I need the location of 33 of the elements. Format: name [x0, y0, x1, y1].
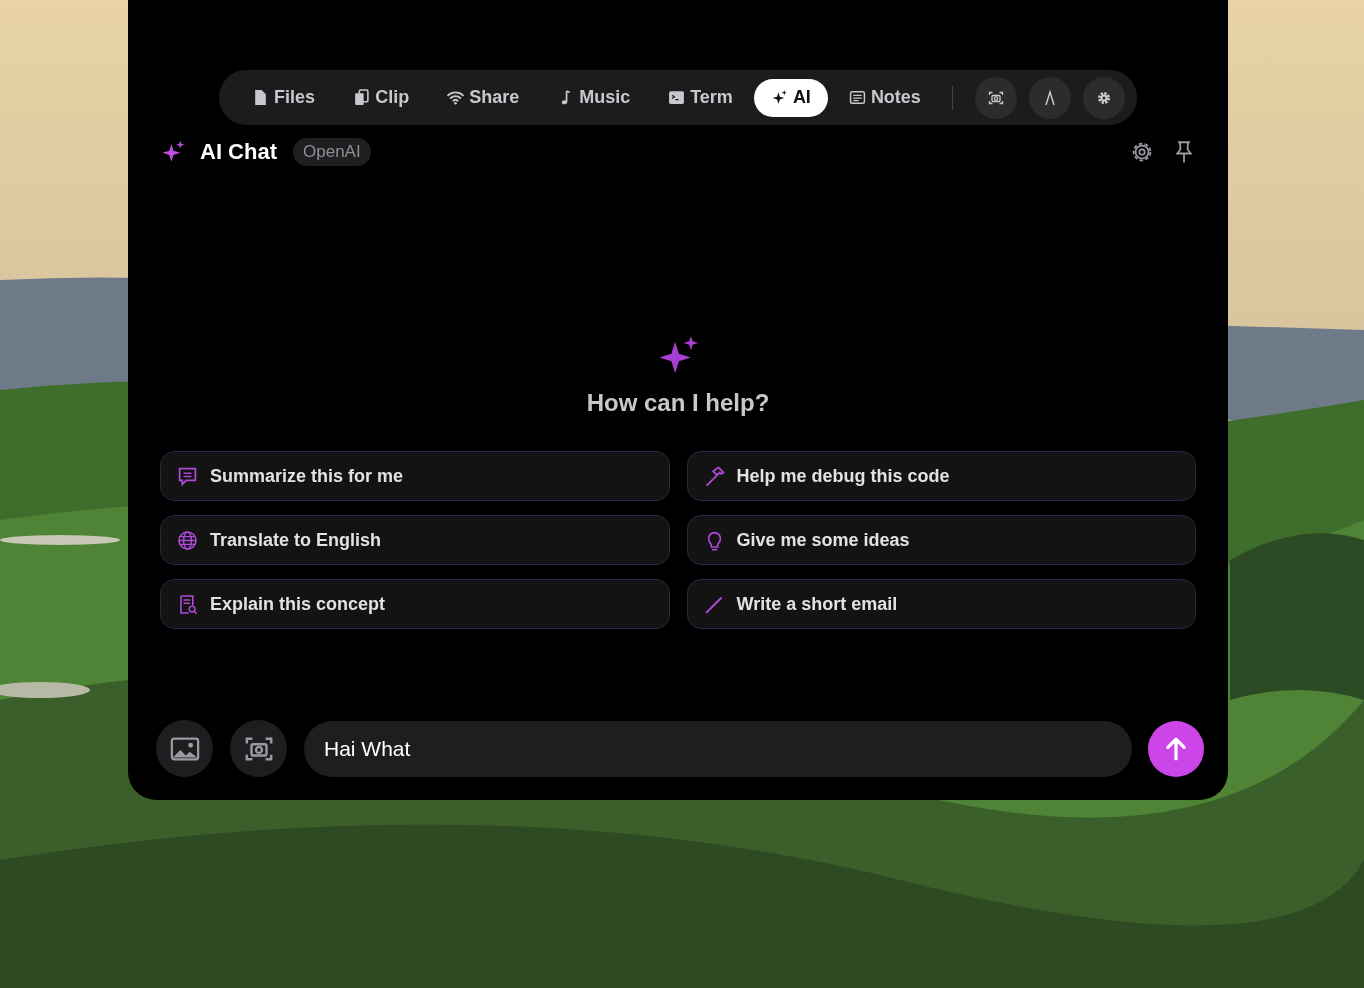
send-button[interactable] — [1148, 720, 1204, 777]
chat-title: AI Chat — [200, 139, 277, 165]
settings-button[interactable] — [1082, 76, 1125, 119]
suggestion-button[interactable]: Help me debug this code — [686, 451, 1196, 501]
suggestion-button[interactable]: Translate to English — [160, 515, 670, 565]
suggestion-button[interactable]: Summarize this for me — [160, 451, 670, 501]
tab[interactable]: Notes — [831, 78, 938, 117]
welcome-heading: How can I help? — [586, 389, 770, 417]
provider-badge: OpenAI — [293, 138, 371, 166]
notes-icon — [848, 89, 866, 106]
hammer-icon — [703, 465, 725, 487]
arrow-up-icon — [1163, 735, 1189, 762]
globe-icon — [177, 529, 198, 551]
wifi-icon — [447, 89, 465, 106]
tab[interactable]: AI — [753, 78, 828, 117]
copy-icon — [353, 89, 371, 106]
screenshot-button[interactable] — [230, 720, 287, 777]
terminal-icon — [668, 89, 686, 106]
document-search-icon — [177, 593, 198, 615]
suggestion-button[interactable]: Give me some ideas — [686, 515, 1196, 565]
chat-bubble-icon — [177, 465, 198, 487]
camera-icon — [987, 89, 1004, 106]
tab[interactable]: Term — [651, 78, 750, 117]
tab[interactable]: Share — [430, 78, 537, 117]
settings-icon — [1095, 89, 1112, 106]
tab[interactable]: Files — [235, 78, 333, 117]
tab[interactable]: Music — [540, 78, 648, 117]
message-input[interactable]: Hai What — [304, 720, 1132, 777]
tab[interactable]: Clip — [336, 78, 427, 117]
suggestion-button[interactable]: Write a short email — [686, 579, 1196, 629]
image-button[interactable] — [156, 720, 213, 777]
suggestion-button[interactable]: Explain this concept — [160, 579, 670, 629]
settings-icon[interactable] — [1130, 140, 1154, 164]
